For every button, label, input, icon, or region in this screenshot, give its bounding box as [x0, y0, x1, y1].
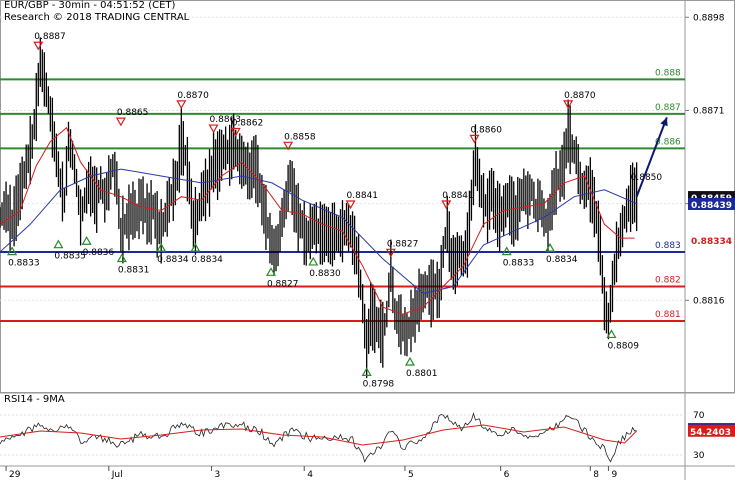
research-credit: Research © 2018 TRADING CENTRAL [4, 12, 190, 23]
trough-label: 0.8830 [309, 269, 341, 279]
trough-label: 0.8835 [54, 252, 85, 262]
trough-label: 0.8809 [607, 341, 639, 351]
rsi-tick-label: 30 [693, 451, 705, 461]
level-label: 0.888 [655, 68, 681, 78]
rsi-tick-label: 70 [693, 411, 705, 421]
level-label: 0.887 [655, 103, 681, 113]
x-tick-label: 8 [593, 470, 599, 480]
annotation-label: 0.8850 [631, 173, 663, 183]
trough-label: 0.8834 [546, 255, 578, 265]
peak-label: 0.8827 [387, 239, 419, 249]
peak-label: 0.8858 [284, 132, 316, 142]
rsi-title: RSI14 - 9MA [4, 394, 65, 405]
y-tick-label: 0.8898 [693, 13, 725, 23]
peak-label: 0.8841 [442, 191, 474, 201]
trough-label: 0.8833 [503, 259, 534, 269]
peak-label: 0.8870 [177, 91, 209, 101]
trough-label: 0.8831 [118, 265, 150, 275]
peak-label: 0.8887 [34, 32, 66, 42]
trough-label: 0.8834 [157, 255, 189, 265]
y-tick-label: 0.8871 [693, 106, 725, 116]
trough-label: 0.8798 [363, 379, 395, 389]
chart-canvas: 0.88980.88710.88440.88160.8880.8870.8860… [0, 0, 735, 480]
price-tag: 0.88439 [691, 201, 732, 211]
peak-label: 0.8870 [564, 91, 596, 101]
trough-label: 0.8827 [267, 279, 299, 289]
peak-label: 0.8860 [470, 125, 502, 135]
x-tick-label: 6 [504, 470, 510, 480]
x-tick-label: 9 [611, 470, 617, 480]
peak-label: 0.8862 [232, 119, 264, 129]
rsi-ma-line [0, 424, 637, 446]
level-label: 0.881 [655, 310, 681, 320]
level-label: 0.882 [655, 275, 681, 285]
trough-label: 0.8836 [83, 248, 115, 258]
peak-label: 0.8865 [117, 108, 149, 118]
x-tick-label: Jul [111, 470, 123, 480]
trough-label: 0.8801 [406, 369, 438, 379]
x-tick-label: 4 [307, 470, 313, 480]
rsi-tag: 54.2403 [690, 428, 731, 438]
x-tick-label: 5 [408, 470, 414, 480]
x-tick-label: 3 [215, 470, 221, 480]
peak-label: 0.8841 [347, 191, 379, 201]
x-tick-label: 29 [9, 470, 21, 480]
price-tag: 0.88334 [691, 237, 732, 247]
chart-title: EUR/GBP - 30min - 04:51:52 (CET) [4, 0, 176, 11]
y-tick-label: 0.8816 [693, 296, 725, 306]
level-label: 0.883 [655, 241, 681, 251]
trough-label: 0.8833 [8, 259, 40, 269]
trough-label: 0.8834 [191, 255, 223, 265]
